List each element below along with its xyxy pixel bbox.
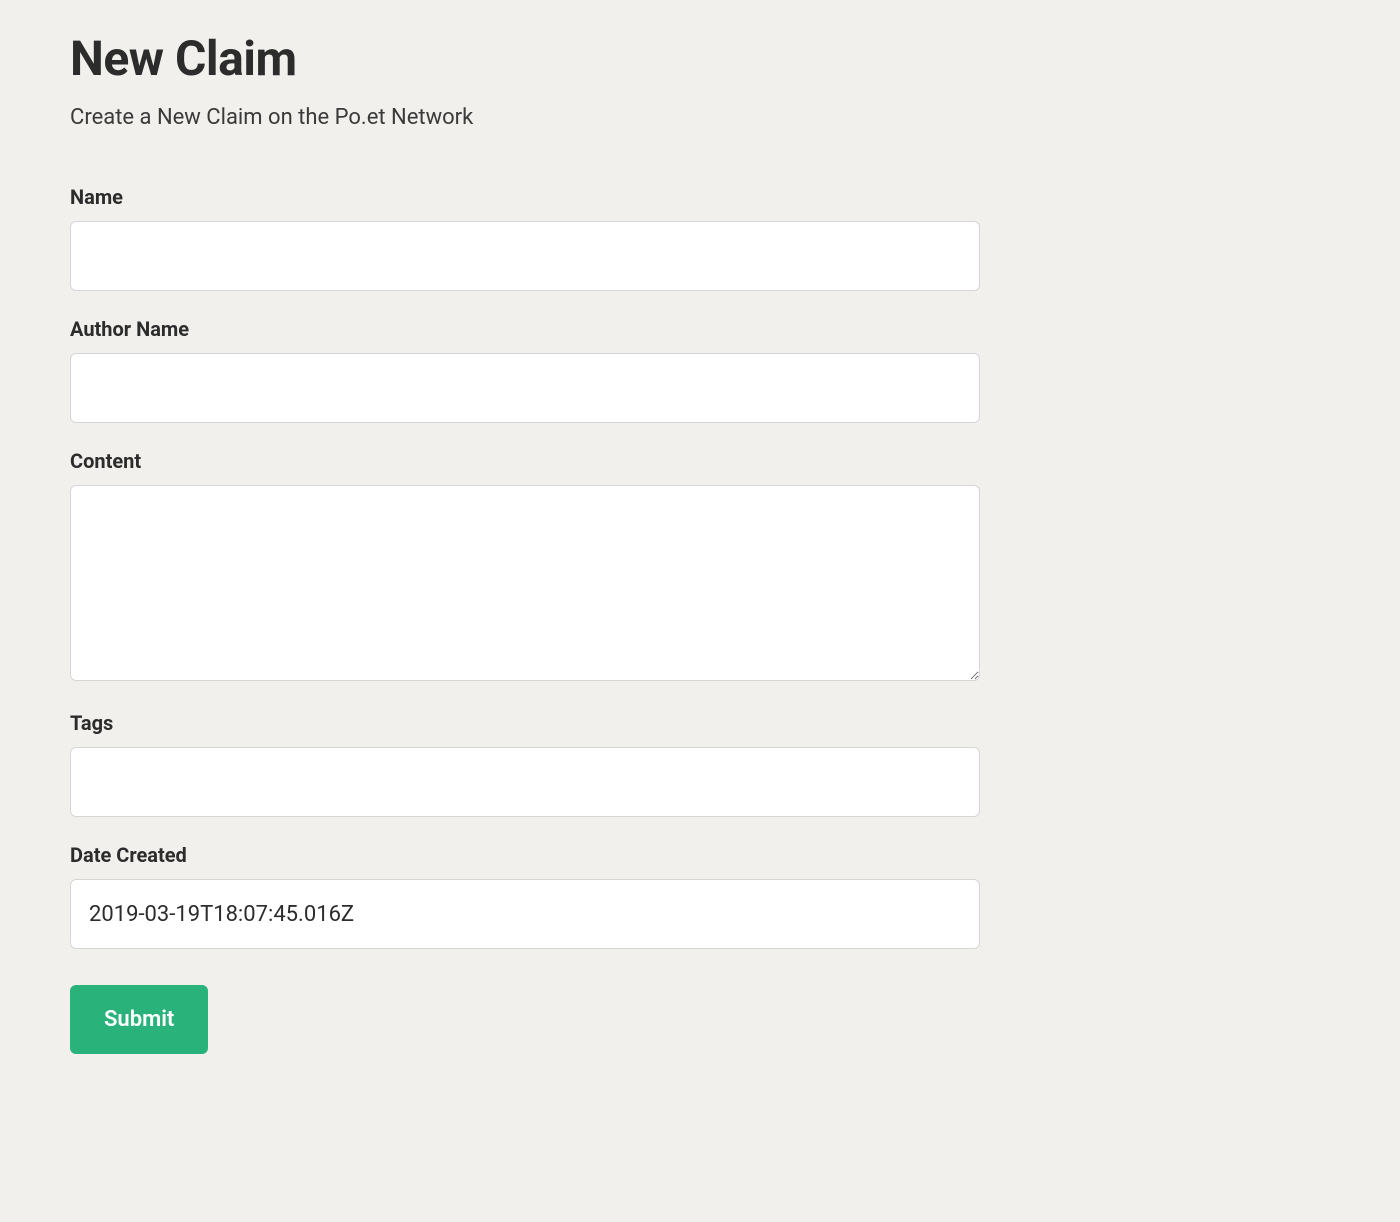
tags-label: Tags [70,711,980,735]
new-claim-form: Name Author Name Content Tags Date Creat… [70,185,980,1054]
name-input[interactable] [70,221,980,291]
new-claim-form-container: New Claim Create a New Claim on the Po.e… [0,0,1050,1104]
author-name-field-group: Author Name [70,317,980,423]
author-name-input[interactable] [70,353,980,423]
date-created-field-group: Date Created [70,843,980,949]
content-label: Content [70,449,980,473]
content-field-group: Content [70,449,980,685]
content-textarea[interactable] [70,485,980,681]
tags-input[interactable] [70,747,980,817]
page-title: New Claim [70,30,980,87]
date-created-label: Date Created [70,843,980,867]
submit-button[interactable]: Submit [70,985,208,1054]
name-field-group: Name [70,185,980,291]
tags-field-group: Tags [70,711,980,817]
date-created-input[interactable] [70,879,980,949]
name-label: Name [70,185,980,209]
page-subtitle: Create a New Claim on the Po.et Network [70,105,980,130]
author-name-label: Author Name [70,317,980,341]
